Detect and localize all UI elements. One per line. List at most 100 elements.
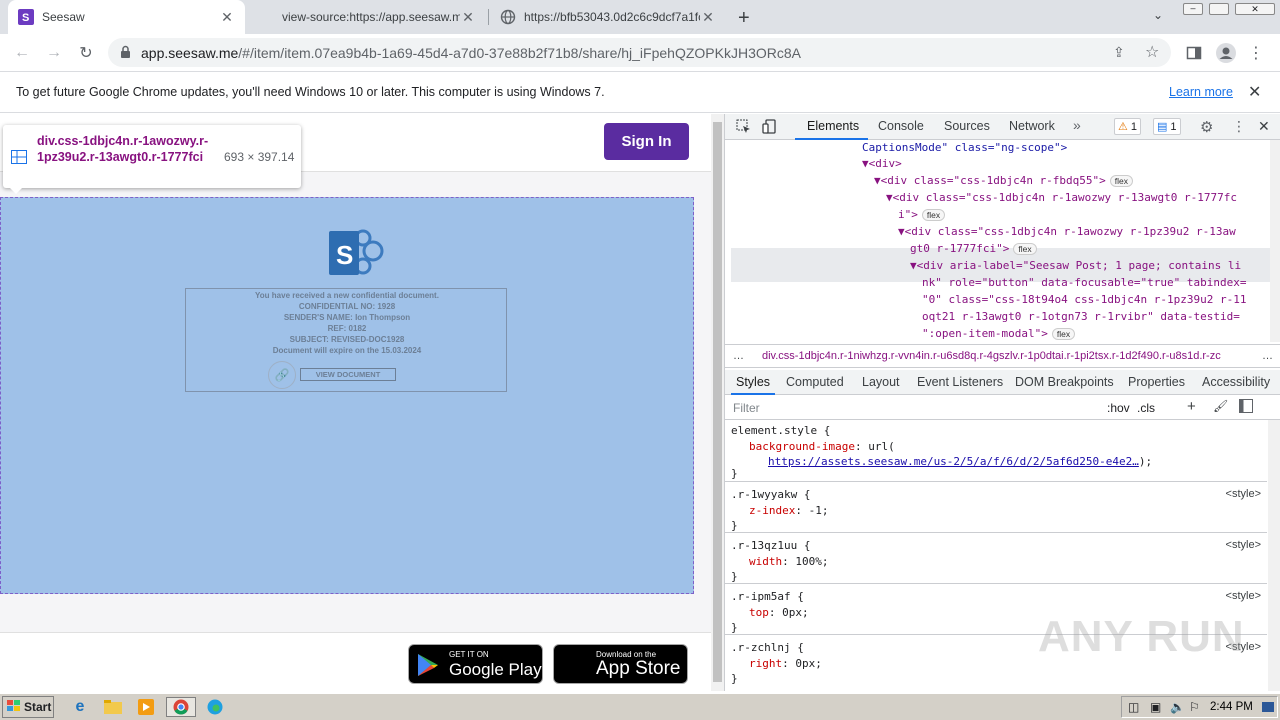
new-tab-icon[interactable]: + <box>738 7 750 30</box>
tab-close-icon[interactable]: ✕ <box>219 9 235 26</box>
tab-computed[interactable]: Computed <box>786 375 844 389</box>
tab-event-listeners[interactable]: Event Listeners <box>917 375 1003 389</box>
back-icon[interactable]: ← <box>9 40 35 66</box>
restore-icon[interactable] <box>1209 3 1229 15</box>
dom-line[interactable]: gt0 r-1777fci"> flex <box>910 241 1037 258</box>
breadcrumb-ellipsis[interactable]: … <box>733 350 744 362</box>
document-card[interactable]: You have received a new confidential doc… <box>185 288 507 392</box>
dom-line[interactable]: ▼<div class="css-1dbjc4n r-fbdq55"> flex <box>874 173 1134 190</box>
dom-line[interactable]: ▼<div class="css-1dbjc4n r-1awozwy r-13a… <box>886 190 1237 207</box>
flex-layout-icon <box>11 150 27 164</box>
cls-toggle[interactable]: .cls <box>1137 401 1155 415</box>
tab-search-chevron-icon[interactable]: ⌄ <box>1153 8 1163 22</box>
tab-bfb53043[interactable]: https://bfb53043.0d2c6c9dcf7a1fc ✕ <box>490 0 726 34</box>
media-player-icon[interactable] <box>135 697 157 717</box>
internet-explorer-icon[interactable]: e <box>69 697 91 717</box>
infobar-close-icon[interactable]: ✕ <box>1248 82 1261 102</box>
app-store-button[interactable]: Download on the App Store <box>553 644 688 684</box>
tab-title: https://bfb53043.0d2c6c9dcf7a1fc <box>524 10 700 24</box>
doc-line: REF: 0182 <box>327 324 367 333</box>
chrome-taskbar-icon[interactable] <box>166 697 196 717</box>
breadcrumb-ellipsis[interactable]: … <box>1262 350 1273 362</box>
close-devtools-icon[interactable]: ✕ <box>1258 118 1270 135</box>
breadcrumb-path[interactable]: div.css-1dbjc4n.r-1niwhzg.r-vvn4in.r-u6s… <box>762 350 1260 362</box>
flag-icon[interactable]: ⚐ <box>1189 700 1200 714</box>
devtools-panel: Elements Console Sources Network » ⚠ 1 ▤ 1… <box>724 114 1280 691</box>
inspect-element-icon[interactable] <box>736 119 751 137</box>
file-explorer-icon[interactable] <box>102 697 124 717</box>
tab-elements[interactable]: Elements <box>807 119 859 133</box>
asset-url-link[interactable]: https://assets.seesaw.me/us-2/5/a/f/6/d/… <box>768 455 1139 468</box>
dom-line[interactable]: i"> flex <box>898 207 946 224</box>
tab-close-icon[interactable]: ✕ <box>700 9 716 26</box>
taskbar-clock[interactable]: 2:44 PM <box>1210 701 1253 713</box>
tab-close-icon[interactable]: ✕ <box>460 9 476 26</box>
style-rule[interactable]: .r-1wyyakw { <style> z-index: -1; } <box>725 482 1267 533</box>
tab-accessibility[interactable]: Accessibility <box>1202 375 1270 389</box>
dom-line[interactable]: ▼<div> <box>862 156 902 173</box>
tab-styles[interactable]: Styles <box>736 375 770 389</box>
tab-properties[interactable]: Properties <box>1128 375 1185 389</box>
lock-icon[interactable] <box>120 45 131 62</box>
styles-scrollbar[interactable] <box>1268 420 1280 691</box>
address-bar[interactable]: app.seesaw.me/#/item/item.07ea9b4b-1a69-… <box>108 38 1171 67</box>
sign-in-button[interactable]: Sign In <box>604 123 689 160</box>
styles-filter-input[interactable]: Filter <box>729 399 1099 417</box>
tab-dom-breakpoints[interactable]: DOM Breakpoints <box>1015 375 1114 389</box>
toggle-sidebar-icon[interactable] <box>1239 399 1253 416</box>
device-toolbar-icon[interactable] <box>762 119 777 137</box>
reload-icon[interactable]: ↻ <box>73 40 99 66</box>
dom-line[interactable]: ":open-item-modal"> flex <box>922 326 1076 342</box>
edge-icon[interactable] <box>204 697 226 717</box>
seesaw-favicon-icon: S <box>18 9 34 25</box>
tab-sources[interactable]: Sources <box>944 119 990 133</box>
side-panel-icon[interactable] <box>1181 40 1207 66</box>
style-rule[interactable]: .r-13qz1uu { <style> width: 100%; } <box>725 533 1267 584</box>
learn-more-link[interactable]: Learn more <box>1169 85 1233 99</box>
close-window-icon[interactable]: ✕ <box>1235 3 1275 15</box>
page-scrollbar-thumb[interactable] <box>713 122 722 682</box>
network-icon[interactable]: ▣ <box>1150 700 1161 714</box>
google-play-button[interactable]: GET IT ON Google Play <box>408 644 543 684</box>
inspected-element-overlay[interactable]: S You have received a new confidential d… <box>0 197 694 594</box>
dom-line[interactable]: ▼<div class="css-1dbjc4n r-1awozwy r-1pz… <box>898 224 1236 241</box>
style-rule[interactable]: element.style { background-image: url( h… <box>725 420 1267 482</box>
view-document-button[interactable]: VIEW DOCUMENT <box>300 368 396 381</box>
dom-line[interactable]: CaptionsMode" class="ng-scope"> <box>862 140 1067 157</box>
dom-scrollbar[interactable] <box>1270 140 1280 342</box>
start-button[interactable]: Start <box>2 696 54 718</box>
volume-icon[interactable]: 🔈 <box>1170 700 1185 714</box>
paint-icon[interactable]: 🖌 <box>1213 399 1228 413</box>
show-desktop-icon[interactable] <box>1262 701 1274 716</box>
hov-toggle[interactable]: :hov <box>1107 401 1130 415</box>
menu-kebab-icon[interactable]: ⋮ <box>1243 40 1269 66</box>
tab-network[interactable]: Network <box>1009 119 1055 133</box>
tab-view-source[interactable]: view-source:https://app.seesaw.me ✕ <box>258 0 486 34</box>
profile-avatar-icon[interactable] <box>1213 40 1239 66</box>
svg-text:S: S <box>336 240 353 270</box>
dom-line[interactable]: oqt21 r-13awgt0 r-1otgn73 r-1rvibr" data… <box>922 309 1240 326</box>
devtools-menu-icon[interactable]: ⋮ <box>1232 118 1246 135</box>
dom-breadcrumb[interactable]: … div.css-1dbjc4n.r-1niwhzg.r-vvn4in.r-u… <box>725 344 1280 368</box>
minimize-icon[interactable]: – <box>1183 3 1203 15</box>
forward-icon[interactable]: → <box>41 40 67 66</box>
tab-seesaw[interactable]: S Seesaw ✕ <box>8 0 245 34</box>
action-center-icon[interactable]: ◫ <box>1128 700 1139 714</box>
dom-line[interactable]: "0" class="css-18t94o4 css-1dbjc4n r-1pz… <box>922 292 1247 309</box>
bookmark-star-icon[interactable]: ☆ <box>1145 42 1159 62</box>
doc-line: CONFIDENTIAL NO: 1928 <box>298 302 396 311</box>
tab-layout[interactable]: Layout <box>862 375 900 389</box>
page-scrollbar[interactable] <box>711 114 724 691</box>
message-badge[interactable]: ▤ 1 <box>1153 118 1181 135</box>
settings-gear-icon[interactable]: ⚙ <box>1200 118 1213 136</box>
link-icon: 🔗 <box>268 361 296 389</box>
share-icon[interactable]: ⇪ <box>1113 44 1125 61</box>
more-tabs-icon[interactable]: » <box>1073 117 1081 133</box>
dom-tree[interactable]: CaptionsMode" class="ng-scope"> ▼<div> ▼… <box>725 140 1270 342</box>
dom-line[interactable]: ▼<div aria-label="Seesaw Post; 1 page; c… <box>910 258 1241 275</box>
tab-console[interactable]: Console <box>878 119 924 133</box>
dom-line[interactable]: nk" role="button" data-focusable="true" … <box>922 275 1247 292</box>
warning-badge[interactable]: ⚠ 1 <box>1114 118 1141 135</box>
page-footer: GET IT ON Google Play Download on the Ap… <box>0 632 711 691</box>
new-rule-icon[interactable]: + <box>1187 398 1196 415</box>
